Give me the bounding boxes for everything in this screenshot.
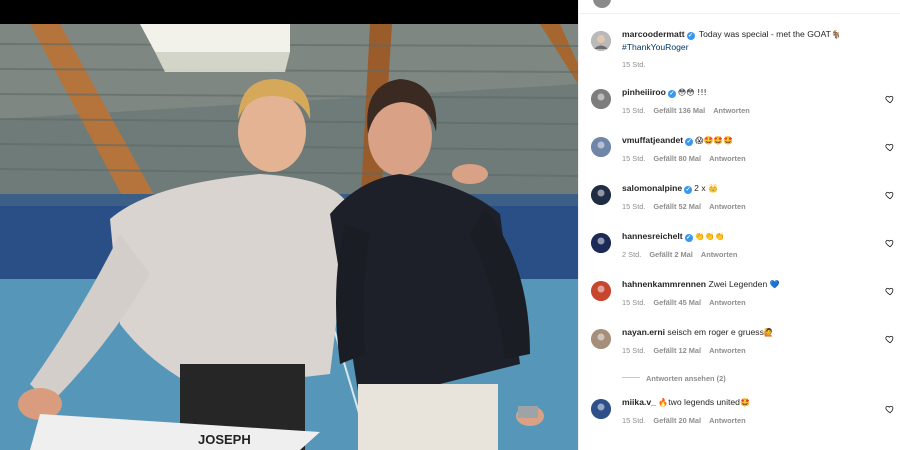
caption-username[interactable]: marcoodermatt bbox=[622, 29, 685, 39]
comment-time: 15 Std. bbox=[622, 154, 646, 163]
comment-time: 15 Std. bbox=[622, 298, 646, 307]
reply-button[interactable]: Antworten bbox=[701, 250, 738, 259]
caption-time: 15 Std. bbox=[622, 60, 646, 69]
comment-username[interactable]: pinheiiiroo bbox=[622, 87, 666, 97]
comment-time: 15 Std. bbox=[622, 416, 646, 425]
reply-button[interactable]: Antworten bbox=[713, 106, 750, 115]
post-photo[interactable]: JOSEPH bbox=[0, 0, 578, 450]
reply-button[interactable]: Antworten bbox=[709, 416, 746, 425]
comment-time: 15 Std. bbox=[622, 106, 646, 115]
comment-username[interactable]: nayan.erni bbox=[622, 327, 665, 337]
avatar[interactable] bbox=[591, 31, 611, 51]
like-heart-icon[interactable] bbox=[885, 238, 895, 248]
caption-hashtag[interactable]: #ThankYouRoger bbox=[622, 41, 877, 53]
comment-text: 2 x bbox=[694, 183, 709, 193]
comment-text: Zwei Legenden bbox=[708, 279, 770, 289]
comment-emoji: 💙 bbox=[769, 280, 780, 289]
comment-likes[interactable]: Gefällt 52 Mal bbox=[653, 202, 701, 211]
comment-likes[interactable]: Gefällt 12 Mal bbox=[653, 346, 701, 355]
like-heart-icon[interactable] bbox=[885, 94, 895, 104]
comment-username[interactable]: salomonalpine bbox=[622, 183, 682, 193]
comment-emoji: 👑 bbox=[708, 184, 718, 193]
comment-emoji: 🙋 bbox=[763, 328, 774, 337]
comment-time: 15 Std. bbox=[622, 346, 646, 355]
like-heart-icon[interactable] bbox=[885, 286, 895, 296]
verified-badge-icon: ✓ bbox=[686, 32, 695, 40]
reply-button[interactable]: Antworten bbox=[709, 346, 746, 355]
comments-panel[interactable]: marcoodermatt ✓ Today was special - met t… bbox=[578, 0, 900, 450]
reply-button[interactable]: Antworten bbox=[709, 154, 746, 163]
verified-badge-icon: ✓ bbox=[685, 138, 694, 146]
comment-emoji: 🔥 bbox=[658, 398, 669, 407]
comment-username[interactable]: miika.v_ bbox=[622, 397, 656, 407]
comment-likes[interactable]: Gefällt 20 Mal bbox=[653, 416, 701, 425]
avatar[interactable] bbox=[591, 233, 611, 253]
comment-username[interactable]: hannesreichelt bbox=[622, 231, 683, 241]
comment-username[interactable]: hahnenkammrennen bbox=[622, 279, 706, 289]
avatar[interactable] bbox=[591, 185, 611, 205]
comment-emoji: 👏👏👏 bbox=[694, 232, 725, 241]
comment-text: two legends united bbox=[668, 397, 740, 407]
caption-emoji: 🐐 bbox=[830, 30, 841, 39]
comment-emoji: 😳😳 !!! bbox=[677, 88, 707, 97]
comment-likes[interactable]: Gefällt 2 Mal bbox=[649, 250, 693, 259]
replies-divider bbox=[622, 377, 640, 378]
comment-username[interactable]: vmuffatjeandet bbox=[622, 135, 683, 145]
view-replies-link[interactable]: Antworten ansehen (2) bbox=[622, 374, 726, 383]
like-heart-icon[interactable] bbox=[885, 190, 895, 200]
comment-emoji-trailing: 🤩 bbox=[739, 398, 750, 407]
avatar[interactable] bbox=[591, 281, 611, 301]
net-brand-text: JOSEPH bbox=[198, 432, 251, 447]
photo-top-bar bbox=[0, 0, 578, 24]
post-image: JOSEPH bbox=[0, 24, 578, 450]
reply-button[interactable]: Antworten bbox=[709, 202, 746, 211]
verified-badge-icon: ✓ bbox=[684, 234, 693, 242]
comment-likes[interactable]: Gefällt 136 Mal bbox=[653, 106, 705, 115]
comment-text: seisch em roger e gruess bbox=[667, 327, 764, 337]
avatar-image-icon bbox=[591, 31, 611, 51]
avatar[interactable] bbox=[591, 137, 611, 157]
header-avatar[interactable] bbox=[593, 0, 611, 8]
like-heart-icon[interactable] bbox=[885, 404, 895, 414]
comment-time: 2 Std. bbox=[622, 250, 642, 259]
avatar[interactable] bbox=[591, 399, 611, 419]
post-header-edge bbox=[579, 0, 900, 14]
comment-likes[interactable]: Gefällt 80 Mal bbox=[653, 154, 701, 163]
verified-badge-icon: ✓ bbox=[667, 90, 676, 98]
comment-emoji: 😱🤩🤩🤩 bbox=[695, 136, 734, 145]
avatar[interactable] bbox=[591, 89, 611, 109]
reply-button[interactable]: Antworten bbox=[709, 298, 746, 307]
like-heart-icon[interactable] bbox=[885, 142, 895, 152]
comment-time: 15 Std. bbox=[622, 202, 646, 211]
comment-likes[interactable]: Gefällt 45 Mal bbox=[653, 298, 701, 307]
like-heart-icon[interactable] bbox=[885, 334, 895, 344]
avatar[interactable] bbox=[591, 329, 611, 349]
caption-text: Today was special - met the GOAT bbox=[698, 29, 831, 39]
verified-badge-icon: ✓ bbox=[684, 186, 693, 194]
